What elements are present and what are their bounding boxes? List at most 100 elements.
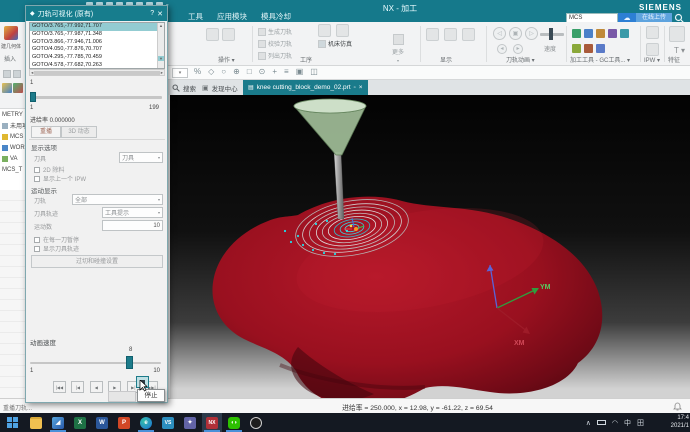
quadrant-icon[interactable]: ◫ bbox=[310, 67, 318, 76]
verify-toolpath-item[interactable]: 校验刀轨 bbox=[258, 39, 292, 48]
step-back-button[interactable]: ◀ bbox=[90, 381, 103, 393]
ipw-save-icon[interactable] bbox=[646, 43, 659, 56]
dialog-help-icon[interactable]: ? bbox=[150, 10, 154, 17]
excel-icon[interactable]: X bbox=[70, 413, 90, 432]
replay-slider-handle[interactable] bbox=[30, 92, 36, 102]
gc-tool-icon-8[interactable] bbox=[596, 44, 605, 53]
feature-text-icon[interactable]: T ▾ bbox=[674, 46, 685, 55]
goto-line-selected[interactable]: GOTO/3.765,-77.992,71.707 bbox=[30, 23, 164, 31]
generate-toolpath-icon[interactable] bbox=[206, 28, 219, 41]
animation-speed-slider[interactable] bbox=[30, 362, 161, 364]
network-icon[interactable]: ◠ bbox=[612, 419, 618, 427]
grid-icon[interactable]: ▣ bbox=[296, 67, 304, 76]
tab-mold-cooling[interactable]: 模具冷却 bbox=[261, 11, 291, 22]
geometry-view-icon[interactable] bbox=[13, 83, 23, 93]
tree-item[interactable]: VA bbox=[0, 153, 25, 164]
tool-dropdown[interactable]: 刀具▾ bbox=[119, 152, 163, 163]
show-toolpath-icon[interactable] bbox=[426, 28, 439, 41]
taskbar-clock[interactable]: 17:4 2021/1 bbox=[647, 415, 689, 430]
discover-center-nav[interactable]: ▣ 发现中心 bbox=[202, 83, 238, 93]
show-workpiece-icon[interactable] bbox=[462, 28, 475, 41]
goto-vertical-scrollbar[interactable]: ▲▼ bbox=[157, 23, 164, 68]
snap-point-icon[interactable]: % bbox=[194, 67, 201, 76]
tab-application-modules[interactable]: 应用模块 bbox=[217, 11, 247, 22]
powerpoint-icon[interactable]: P bbox=[114, 413, 134, 432]
gc-tool-icon-7[interactable] bbox=[584, 44, 593, 53]
anim-stop-icon[interactable]: ▣ bbox=[509, 27, 522, 40]
select-circle-icon[interactable]: ○ bbox=[221, 67, 226, 76]
operation-more-icon[interactable] bbox=[222, 28, 235, 41]
goto-list[interactable]: GOTO/3.765,-77.992,71.707 GOTO/3.765,-77… bbox=[29, 22, 165, 69]
part-pin-icon[interactable]: ▫ bbox=[354, 85, 356, 91]
gc-tool-icon-3[interactable] bbox=[596, 29, 605, 38]
nx-app-icon-active[interactable]: NX bbox=[202, 413, 222, 432]
gouge-collision-settings-button[interactable]: 过切和碰撞设置 bbox=[31, 255, 163, 268]
checkbox-show-last-ipw[interactable]: 显示上一个 IPW bbox=[34, 174, 86, 183]
dialog-close-icon[interactable]: ✕ bbox=[157, 10, 163, 18]
part-tab-close-icon[interactable]: × bbox=[359, 84, 363, 91]
anim-back-icon[interactable]: ◁ bbox=[493, 27, 506, 40]
vscode-icon[interactable]: VS bbox=[158, 413, 178, 432]
goto-line[interactable]: GOTO/3.765,-77.987,71.348 bbox=[30, 31, 164, 39]
gc-tool-icon-1[interactable] bbox=[572, 29, 581, 38]
snap-intersection-icon[interactable]: ⊕ bbox=[233, 67, 240, 76]
order-view-icon[interactable] bbox=[2, 83, 12, 93]
tree-item[interactable]: MCS bbox=[0, 131, 25, 142]
list-toolpath-item[interactable]: 列出刀轨 bbox=[258, 51, 292, 60]
animation-speed-handle[interactable] bbox=[126, 356, 133, 369]
search-nav[interactable]: 搜索 bbox=[172, 83, 196, 93]
anim-speed-handle[interactable] bbox=[549, 28, 553, 40]
snap-midpoint-icon[interactable]: □ bbox=[247, 67, 252, 76]
photos-app-icon[interactable]: ◢ bbox=[48, 413, 68, 432]
tree-item[interactable]: METRY bbox=[0, 109, 25, 120]
more-commands-item[interactable]: 更多▾ bbox=[392, 34, 404, 63]
gc-tool-icon-4[interactable] bbox=[608, 29, 617, 38]
gc-tool-icon-5[interactable] bbox=[620, 29, 629, 38]
tool-trace-dropdown[interactable]: 工具提示▾ bbox=[102, 207, 163, 218]
wechat-icon[interactable]: ◖◗ bbox=[224, 413, 244, 432]
generate-toolpath-item[interactable]: 生成刀轨 bbox=[258, 27, 292, 36]
ime-indicator[interactable]: 中 bbox=[624, 418, 631, 428]
part-tab-active[interactable]: ▤ knee cutting_block_demo_02.prt ▫ × bbox=[243, 80, 368, 95]
obs-icon[interactable] bbox=[246, 413, 266, 432]
go-to-start-button[interactable]: |◀◀ bbox=[53, 381, 66, 393]
goto-line[interactable]: GOTO/4.050,-77.876,70.707 bbox=[30, 46, 164, 54]
tree-item[interactable]: MCS_T bbox=[0, 164, 25, 175]
anim-play-icon[interactable]: ▷ bbox=[525, 27, 538, 40]
anim-step-back-icon[interactable]: ◂ bbox=[497, 44, 507, 54]
teams-app-icon[interactable]: ✦ bbox=[180, 413, 200, 432]
battery-icon[interactable] bbox=[597, 420, 606, 425]
checkbox-2d-removal[interactable]: 2D 除料 bbox=[34, 165, 64, 174]
tray-expand-icon[interactable]: ∧ bbox=[586, 419, 591, 427]
nav-list-icon[interactable] bbox=[13, 70, 21, 78]
goto-horizontal-scrollbar[interactable]: ◂▸ bbox=[29, 69, 165, 76]
checkbox-pause-each-cut[interactable]: 在每一刀暂停 bbox=[34, 235, 79, 244]
menu-lines-icon[interactable]: ≡ bbox=[284, 67, 289, 76]
nav-menu-icon[interactable] bbox=[3, 70, 11, 78]
tab-3d-dynamic[interactable]: 3D 动态 bbox=[61, 126, 97, 138]
gc-tool-icon-6[interactable] bbox=[572, 44, 581, 53]
tree-item[interactable]: WOR bbox=[0, 142, 25, 153]
start-button[interactable] bbox=[2, 413, 22, 432]
snap-center-icon[interactable]: ⊙ bbox=[259, 67, 266, 76]
motion-count-input[interactable]: 10 bbox=[102, 220, 163, 231]
goto-line[interactable]: GOTO/4.578,-77.682,70.263 bbox=[30, 62, 164, 69]
selection-filter-dropdown[interactable]: ▾ bbox=[172, 68, 188, 78]
graphics-viewport[interactable]: YM XM bbox=[170, 95, 690, 398]
feature-icon[interactable] bbox=[669, 26, 685, 42]
dialog-ok-button[interactable] bbox=[108, 391, 136, 402]
show-tool-icon[interactable] bbox=[444, 28, 457, 41]
goto-line[interactable]: GOTO/3.866,-77.946,71.006 bbox=[30, 39, 164, 47]
file-explorer-icon[interactable] bbox=[26, 413, 46, 432]
touch-keyboard-icon[interactable]: 田 bbox=[637, 418, 644, 428]
tab-tools[interactable]: 工具 bbox=[188, 11, 203, 22]
goto-line[interactable]: GOTO/4.295,-77.785,70.459 bbox=[30, 54, 164, 62]
select-line-icon[interactable]: ◇ bbox=[208, 67, 214, 76]
checkbox-show-tool-trace[interactable]: 显示刀具轨迹 bbox=[34, 244, 79, 253]
tree-item[interactable]: 未用项 bbox=[0, 120, 25, 131]
ipw-icon[interactable] bbox=[646, 26, 659, 39]
step-back-10-button[interactable]: |◀ bbox=[71, 381, 84, 393]
notification-bell-icon[interactable] bbox=[673, 402, 682, 411]
shop-doc-icon[interactable] bbox=[336, 24, 349, 37]
edge-browser-icon[interactable]: e bbox=[136, 413, 156, 432]
